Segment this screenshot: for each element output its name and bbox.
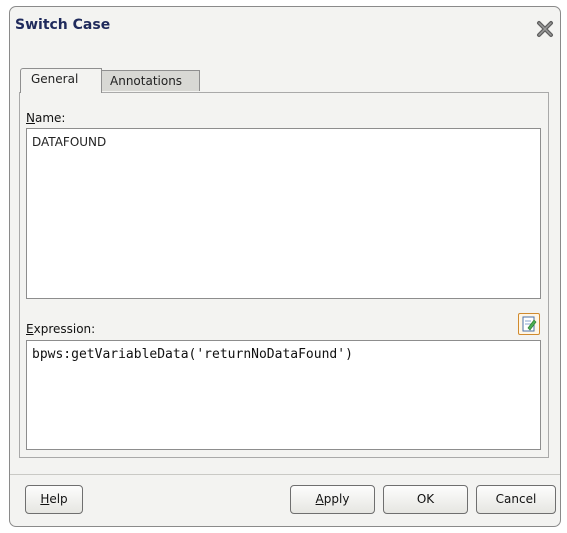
name-field[interactable]: DATAFOUND — [26, 128, 541, 299]
expression-builder-button[interactable] — [518, 313, 540, 335]
help-button[interactable]: Help — [25, 485, 83, 514]
expression-label: Expression: — [26, 322, 96, 336]
tab-general[interactable]: General — [20, 68, 102, 93]
tab-annotations-label: Annotations — [110, 74, 183, 88]
dialog-title: Switch Case — [15, 17, 111, 33]
tab-general-label: General — [31, 72, 79, 86]
close-icon[interactable] — [535, 19, 555, 39]
apply-button[interactable]: Apply — [290, 485, 375, 514]
cancel-button[interactable]: Cancel — [476, 485, 556, 514]
expression-builder-icon — [522, 316, 537, 332]
name-label: Name: — [26, 111, 66, 125]
expression-field[interactable]: bpws:getVariableData('returnNoDataFound'… — [26, 340, 541, 450]
button-bar-separator — [10, 474, 560, 475]
ok-button[interactable]: OK — [383, 485, 468, 514]
tab-annotations[interactable]: Annotations — [99, 70, 200, 91]
